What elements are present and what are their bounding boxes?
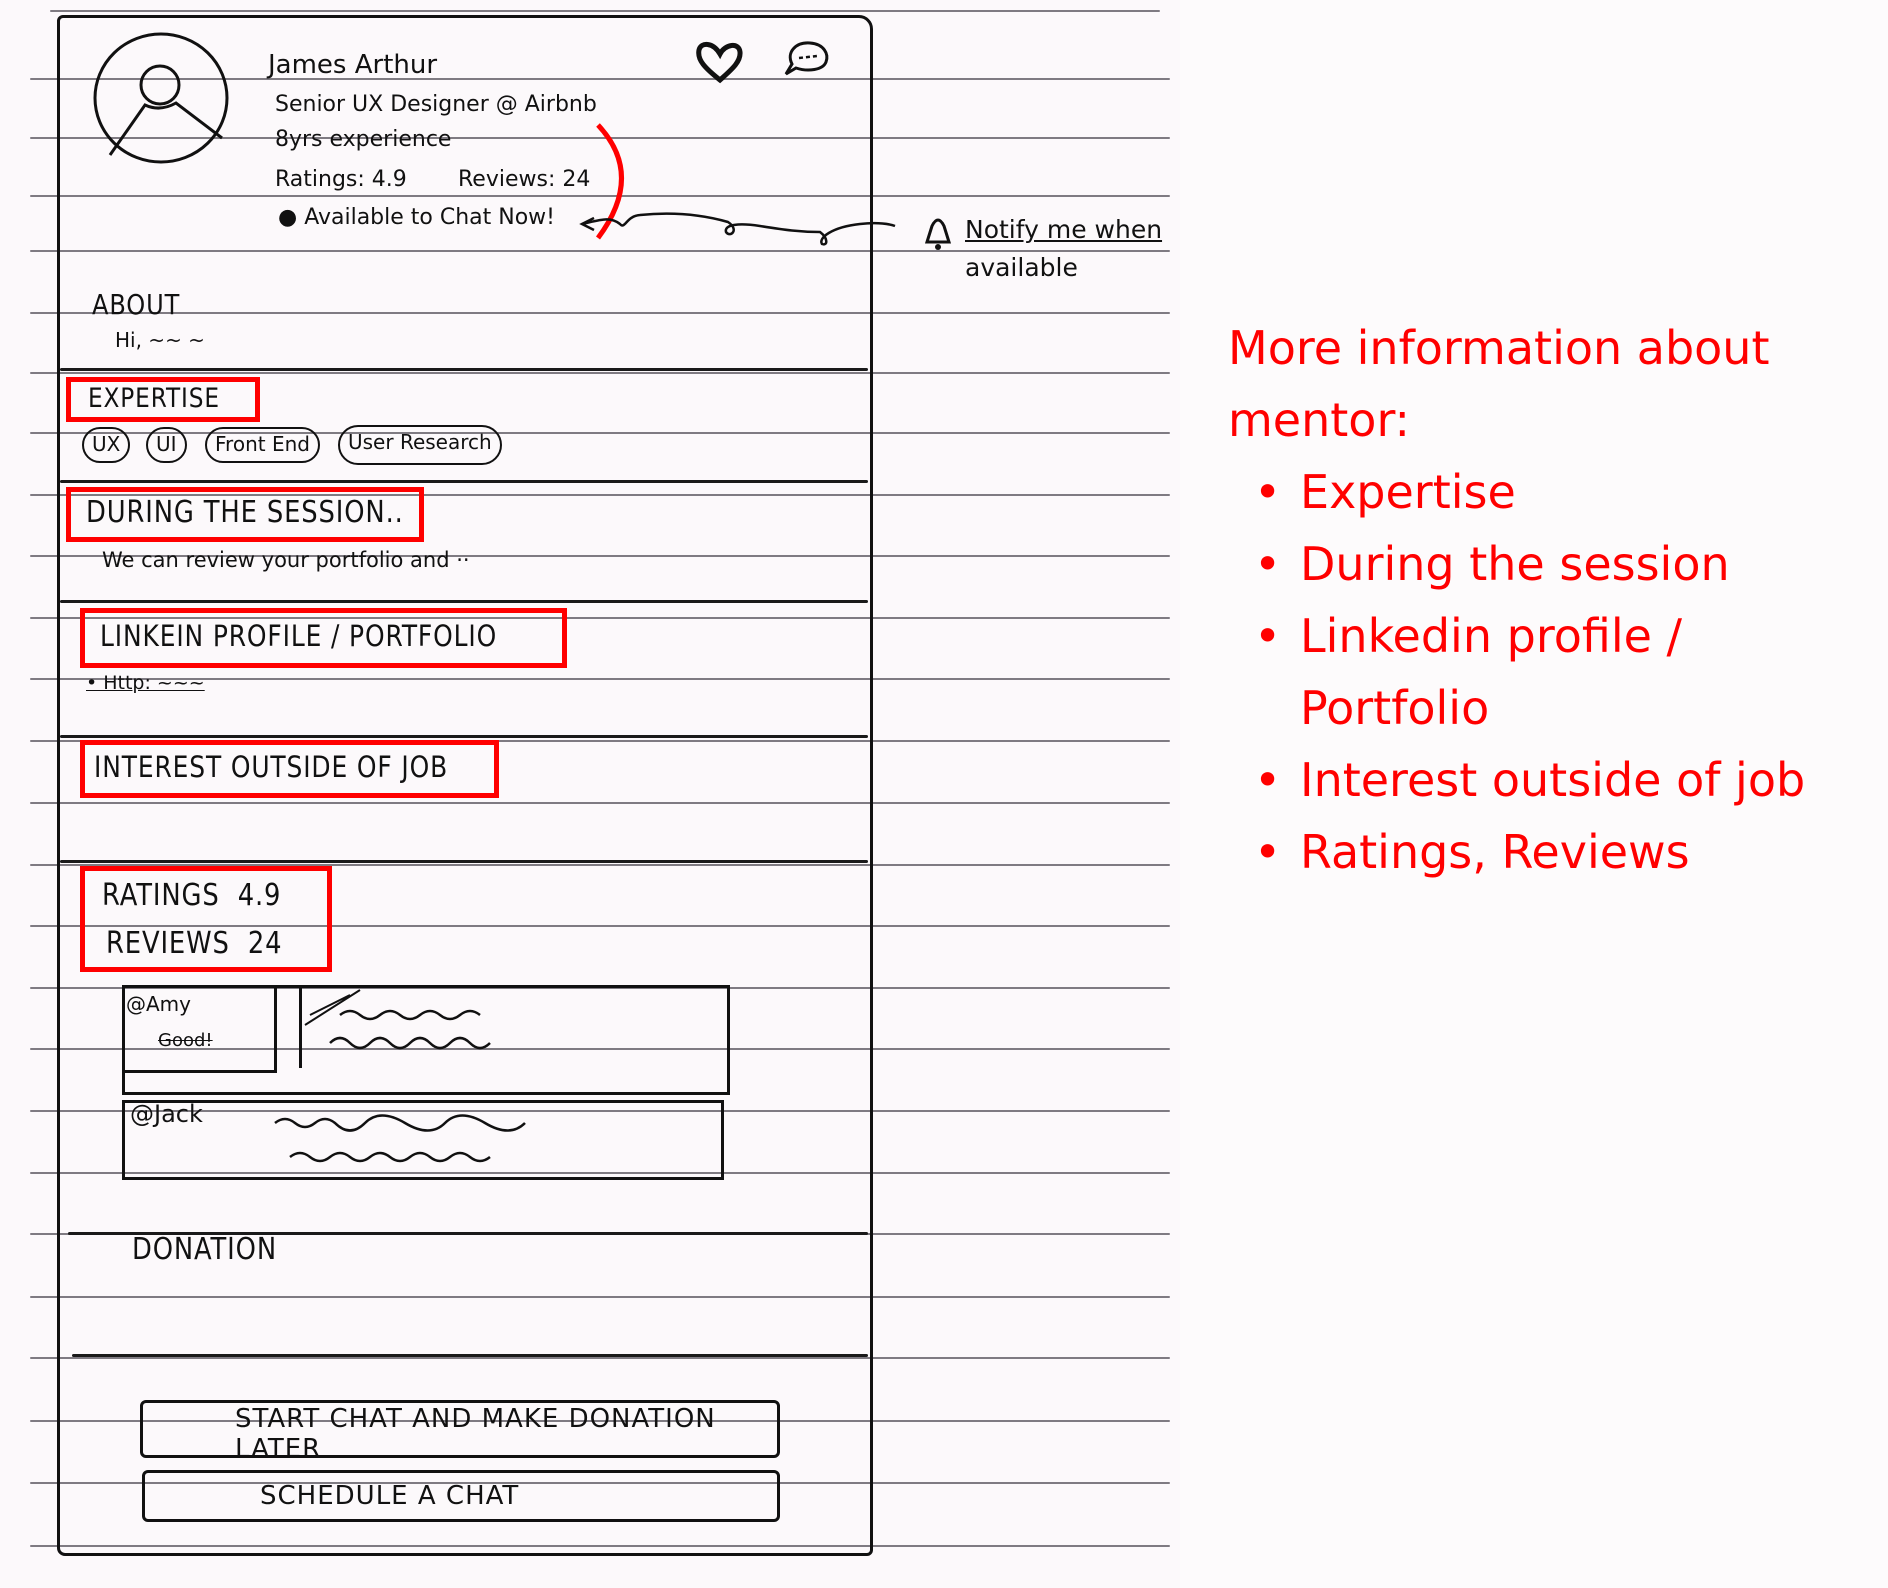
online-dot-icon: ● xyxy=(278,205,305,230)
availability-text: Available to Chat Now! xyxy=(304,205,555,230)
annotation-list: Expertise During the session Linkedin pr… xyxy=(1228,456,1868,888)
user-avatar-icon xyxy=(93,32,229,164)
annotation-item: Interest outside of job xyxy=(1254,744,1868,816)
reviews-label: Reviews xyxy=(106,926,230,961)
mentor-name: James Arthur xyxy=(268,50,438,80)
notify-label-2: available xyxy=(965,253,1078,282)
paper-rule xyxy=(50,10,1160,12)
schedule-chat-button[interactable]: Schedule a chat xyxy=(142,1470,780,1522)
about-text: Hi, ~~ ~ xyxy=(115,328,205,352)
expertise-heading: Expertise xyxy=(88,383,220,414)
review-author: @Amy xyxy=(126,992,191,1016)
section-divider xyxy=(72,1354,868,1357)
mentor-experience: 8yrs experience xyxy=(275,127,452,152)
annotation-item: During the session xyxy=(1254,528,1868,600)
expertise-chip[interactable]: User Research xyxy=(338,425,502,465)
reviews-value: 24 xyxy=(247,926,283,961)
linkedin-heading: Linkein Profile / Portfolio xyxy=(100,619,498,653)
ratings-label: Ratings xyxy=(102,878,220,913)
section-divider xyxy=(60,480,868,483)
reviews-row: Reviews 24 xyxy=(106,926,282,961)
expertise-chip[interactable]: Front End xyxy=(205,427,320,463)
section-divider xyxy=(60,368,868,371)
section-divider xyxy=(60,600,868,603)
review-author: @Jack xyxy=(130,1100,203,1128)
annotation-item: Linkedin profile / Portfolio xyxy=(1254,600,1720,744)
review-text: Good! xyxy=(158,1030,213,1051)
review-placeholder-text xyxy=(274,1114,526,1163)
interest-heading: Interest outside of job xyxy=(94,750,449,784)
bell-icon[interactable] xyxy=(922,212,954,252)
annotation-connector xyxy=(579,123,896,246)
annotation-item: Expertise xyxy=(1254,456,1868,528)
donation-heading: Donation xyxy=(132,1232,277,1267)
expertise-chip[interactable]: UX xyxy=(82,427,131,463)
heart-icon[interactable] xyxy=(695,40,745,85)
session-heading: During the session.. xyxy=(86,495,404,530)
annotation-panel: More information about mentor: Expertise… xyxy=(1228,312,1868,888)
mentor-ratings: Ratings: 4.9 xyxy=(275,167,407,192)
chat-bubble-icon[interactable] xyxy=(782,40,832,80)
mentor-title: Senior UX Designer @ Airbnb xyxy=(275,92,597,117)
portfolio-link[interactable]: • Http: ~~~ xyxy=(86,672,205,694)
expertise-chip[interactable]: UI xyxy=(146,427,187,463)
section-divider xyxy=(60,735,868,738)
section-divider xyxy=(60,860,868,863)
annotation-title: More information about mentor: xyxy=(1228,321,1770,447)
session-text: We can review your portfolio and ·· xyxy=(102,548,470,572)
ratings-value: 4.9 xyxy=(237,878,282,913)
review-placeholder-text xyxy=(304,989,491,1050)
notify-label[interactable]: Notify me when xyxy=(965,215,1162,244)
about-heading: About xyxy=(92,288,181,321)
annotation-item: Ratings, Reviews xyxy=(1254,816,1868,888)
start-chat-button[interactable]: Start chat and make donation later xyxy=(140,1400,780,1464)
availability-status: ● Available to Chat Now! xyxy=(278,205,555,230)
ratings-row: Ratings 4.9 xyxy=(102,878,281,913)
